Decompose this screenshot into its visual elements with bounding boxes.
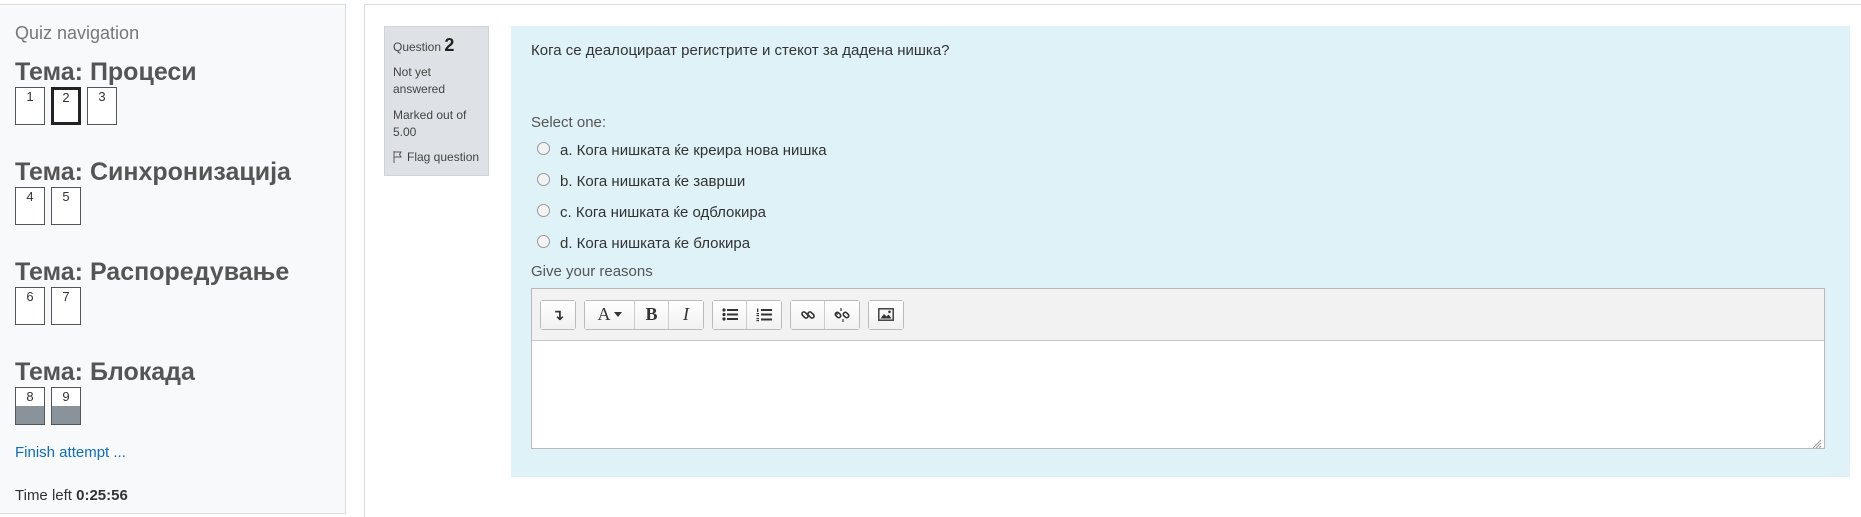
editor-toolbar: ↴ A B I <box>532 289 1824 341</box>
nav-section-title: Тема: Синхронизација <box>15 158 291 186</box>
flag-question-button[interactable]: Flag question <box>393 150 480 164</box>
nav-question-button-9[interactable]: 9 <box>51 387 81 425</box>
give-reasons-label: Give your reasons <box>531 263 653 280</box>
flag-icon <box>393 151 402 163</box>
toolbar-toggle-icon: ↴ <box>551 306 565 324</box>
nav-question-button-1[interactable]: 1 <box>15 87 45 125</box>
italic-button[interactable]: I <box>669 300 703 329</box>
radio-button[interactable] <box>537 235 550 248</box>
answer-label: b. Кога нишката ќе заврши <box>560 173 746 190</box>
nav-question-number: 9 <box>62 389 70 404</box>
question-number: Question 2 <box>393 35 480 56</box>
question-grade: Marked out of 5.00 <box>393 108 467 139</box>
quiz-navigation-title: Quiz navigation <box>15 23 140 43</box>
bold-button[interactable]: B <box>635 300 669 329</box>
resize-grip-icon[interactable] <box>1812 439 1822 449</box>
answer-options: a. Кога нишката ќе креира нова нишка b. … <box>531 135 1830 259</box>
unordered-list-icon <box>721 308 738 321</box>
nav-question-button-2[interactable]: 2 <box>51 87 81 125</box>
radio-button[interactable] <box>537 204 550 217</box>
nav-question-button-7[interactable]: 7 <box>51 287 81 325</box>
flag-question-label: Flag question <box>407 150 480 164</box>
nav-question-number: 5 <box>62 189 70 204</box>
nav-question-button-5[interactable]: 5 <box>51 187 81 225</box>
radio-button[interactable] <box>537 173 550 186</box>
editor-text-area[interactable] <box>532 341 1824 448</box>
nav-question-button-6[interactable]: 6 <box>15 287 45 325</box>
radio-button[interactable] <box>537 142 550 155</box>
nav-section-scheduling: Тема: Распоредување 6 7 <box>15 258 345 325</box>
select-one-prompt: Select one: <box>531 114 607 131</box>
toolbar-group-lists <box>712 299 782 330</box>
insert-image-button[interactable] <box>869 300 903 329</box>
link-button[interactable] <box>791 300 825 329</box>
nav-question-number: 4 <box>26 189 34 204</box>
answer-option-a[interactable]: a. Кога нишката ќе креира нова нишка <box>531 135 1830 166</box>
time-left-value: 0:25:56 <box>76 487 128 504</box>
nav-section-title: Тема: Распоредување <box>15 258 290 286</box>
nav-button-row: 6 7 <box>15 287 345 325</box>
question-label: Question <box>393 40 442 54</box>
question-number-value: 2 <box>444 35 455 55</box>
toolbar-group-style: A B I <box>584 299 704 330</box>
answer-label: c. Кога нишката ќе одблокира <box>560 204 767 221</box>
nav-question-button-4[interactable]: 4 <box>15 187 45 225</box>
nav-section-processes: Тема: Процеси 1 2 3 <box>15 58 345 125</box>
nav-question-button-8[interactable]: 8 <box>15 387 45 425</box>
link-icon <box>800 310 815 319</box>
nav-question-number: 2 <box>62 90 70 105</box>
unlink-button[interactable] <box>825 300 859 329</box>
nav-button-row: 1 2 3 <box>15 87 345 125</box>
nav-question-number: 8 <box>26 389 34 404</box>
bold-icon: B <box>645 304 658 324</box>
nav-button-row: 8 9 <box>15 387 345 425</box>
finish-attempt-link[interactable]: Finish attempt ... <box>15 444 345 461</box>
toolbar-toggle-button[interactable]: ↴ <box>541 300 575 329</box>
rich-text-editor: ↴ A B I <box>531 288 1825 449</box>
nav-question-number: 1 <box>26 89 34 104</box>
toolbar-group-toggle: ↴ <box>540 299 576 330</box>
toolbar-group-media <box>868 299 904 330</box>
nav-question-number: 7 <box>62 289 70 304</box>
answer-label: d. Кога нишката ќе блокира <box>560 235 751 252</box>
nav-question-number: 6 <box>26 289 34 304</box>
italic-icon: I <box>683 304 689 324</box>
nav-button-row: 4 5 <box>15 187 345 225</box>
nav-section-title: Тема: Блокада <box>15 358 195 386</box>
time-left-label: Time left <box>15 487 72 504</box>
answer-label: a. Кога нишката ќе креира нова нишка <box>560 142 827 159</box>
font-style-button[interactable]: A <box>585 300 635 329</box>
time-left: Time left 0:25:56 <box>15 487 345 504</box>
ordered-list-icon <box>756 308 772 321</box>
nav-section-title: Тема: Процеси <box>15 58 197 86</box>
toolbar-group-links <box>790 299 860 330</box>
answer-option-b[interactable]: b. Кога нишката ќе заврши <box>531 166 1830 197</box>
question-info: Question 2 Not yet answered Marked out o… <box>384 26 489 176</box>
ordered-list-button[interactable] <box>747 300 781 329</box>
chevron-down-icon <box>613 312 622 317</box>
unlink-icon <box>834 307 850 322</box>
answer-option-c[interactable]: c. Кога нишката ќе одблокира <box>531 197 1830 228</box>
question-text: Кога се деалоцираат регистрите и стекот … <box>531 42 950 59</box>
image-icon <box>878 308 894 321</box>
question-state: Not yet answered <box>393 65 446 96</box>
nav-question-button-3[interactable]: 3 <box>87 87 117 125</box>
unordered-list-button[interactable] <box>713 300 747 329</box>
nav-section-deadlock: Тема: Блокада 8 9 <box>15 358 345 425</box>
nav-section-synchronization: Тема: Синхронизација 4 5 <box>15 158 345 225</box>
quiz-navigation-panel: Quiz navigation Тема: Процеси 1 2 3 Тема… <box>0 4 346 514</box>
font-style-icon: A <box>597 304 611 324</box>
answer-option-d[interactable]: d. Кога нишката ќе блокира <box>531 228 1830 259</box>
question-content: Кога се деалоцираат регистрите и стекот … <box>511 26 1850 477</box>
nav-question-number: 3 <box>98 89 106 104</box>
